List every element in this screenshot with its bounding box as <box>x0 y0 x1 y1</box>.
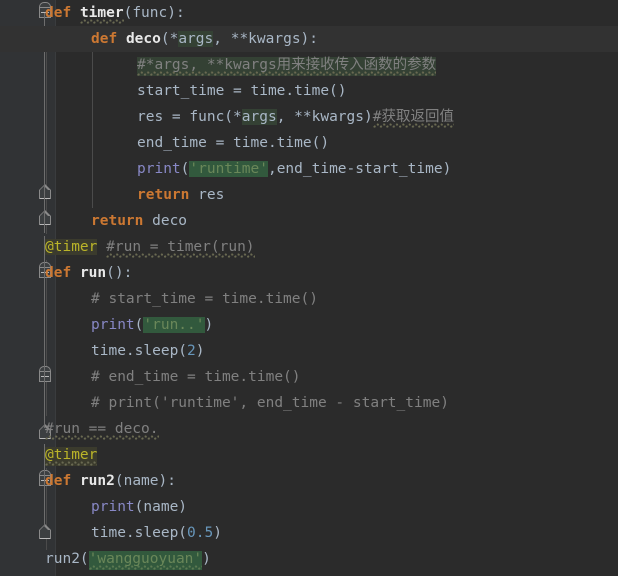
code-token: def <box>45 5 72 21</box>
code-token: #run == deco. <box>45 421 159 440</box>
code-line[interactable]: start_time = time.time() <box>0 78 618 104</box>
code-line-text: # start_time = time.time() <box>91 286 318 312</box>
code-token: end_time = time.time() <box>137 135 330 151</box>
code-token: 2 <box>187 343 196 359</box>
code-token: @timer <box>45 239 98 255</box>
code-token: (name) <box>134 499 188 515</box>
code-line-text: start_time = time.time() <box>137 78 347 104</box>
code-line-text: @timer #run = timer(run) <box>45 234 255 260</box>
code-token: res <box>189 187 225 203</box>
code-line[interactable]: #run == deco. <box>0 416 618 442</box>
code-token: def <box>91 31 118 47</box>
code-line[interactable]: def run(): <box>0 260 618 286</box>
code-token: res = func(* <box>137 109 242 125</box>
code-line[interactable]: end_time = time.time() <box>0 130 618 156</box>
code-token: # print('runtime', end_time - start_time… <box>91 395 449 411</box>
code-line[interactable]: #*args, **kwargs用来接收传入函数的参数 <box>0 52 618 78</box>
code-token: print <box>91 317 135 333</box>
code-line-text: end_time = time.time() <box>137 130 329 156</box>
code-token: , **kwargs) <box>276 109 373 125</box>
code-token: # end_time = time.time() <box>91 369 301 385</box>
code-token: @timer <box>45 447 98 466</box>
code-token: run2( <box>45 551 89 567</box>
code-token: print <box>91 499 135 515</box>
code-token: , **kwargs): <box>213 31 319 47</box>
code-line-text: #run == deco. <box>45 416 159 442</box>
code-line-text: @timer <box>45 442 98 468</box>
code-token: (): <box>106 265 133 281</box>
code-line-text: def deco(*args, **kwargs): <box>91 26 318 52</box>
code-editor[interactable]: def timer(func): def deco(*args, **kwargs… <box>0 0 618 576</box>
code-line-text: def timer(func): <box>45 0 185 26</box>
code-line-text: print('run..') <box>91 312 213 338</box>
code-line[interactable]: res = func(*args, **kwargs)#获取返回值 <box>0 104 618 130</box>
code-token: run <box>79 265 107 281</box>
code-token: 'wangguoyuan' <box>88 551 203 570</box>
code-token: #获取返回值 <box>372 109 454 128</box>
code-line-text: run2('wangguoyuan') <box>45 546 211 572</box>
code-token: start_time = time.time() <box>137 83 347 99</box>
code-line[interactable]: print('run..') <box>0 312 618 338</box>
code-token: (* <box>160 31 179 47</box>
code-token: args <box>241 109 277 125</box>
code-token: #run = timer(run) <box>106 239 255 258</box>
code-line-text: print(name) <box>91 494 187 520</box>
code-line[interactable]: @timer #run = timer(run) <box>0 234 618 260</box>
code-token: timer <box>79 5 124 24</box>
code-token: return <box>137 187 190 203</box>
code-line-text: # end_time = time.time() <box>91 364 301 390</box>
code-line-text: #*args, **kwargs用来接收传入函数的参数 <box>137 52 437 78</box>
code-line[interactable]: # end_time = time.time() <box>0 364 618 390</box>
code-token: (name): <box>114 473 176 489</box>
code-token: ) <box>195 343 205 359</box>
code-line-text: time.sleep(0.5) <box>91 520 222 546</box>
code-line-text: print('runtime',end_time-start_time) <box>137 156 451 182</box>
code-line[interactable]: def deco(*args, **kwargs): <box>0 26 618 52</box>
code-token: 0.5 <box>187 525 214 541</box>
code-line[interactable]: # start_time = time.time() <box>0 286 618 312</box>
code-line[interactable]: return res <box>0 182 618 208</box>
code-line-text: def run2(name): <box>45 468 176 494</box>
code-line-text: time.sleep(2) <box>91 338 205 364</box>
code-token: (func): <box>123 5 185 21</box>
code-line[interactable]: def run2(name): <box>0 468 618 494</box>
code-token: def <box>45 473 72 489</box>
code-token: 'runtime' <box>189 161 268 177</box>
code-token: #*args, **kwargs用来接收传入函数的参数 <box>137 57 437 76</box>
code-line-text: # print('runtime', end_time - start_time… <box>91 390 449 416</box>
code-line[interactable]: time.sleep(0.5) <box>0 520 618 546</box>
code-token: def <box>45 265 72 281</box>
code-line[interactable]: print(name) <box>0 494 618 520</box>
code-line[interactable]: @timer <box>0 442 618 468</box>
code-token: # start_time = time.time() <box>91 291 318 307</box>
code-line[interactable]: # print('runtime', end_time - start_time… <box>0 390 618 416</box>
code-line-text: return deco <box>91 208 187 234</box>
code-token: run2 <box>79 473 115 489</box>
code-token: print <box>137 161 181 177</box>
code-line-text: res = func(*args, **kwargs)#获取返回值 <box>137 104 454 130</box>
code-token: return <box>91 213 144 229</box>
code-line[interactable]: print('runtime',end_time-start_time) <box>0 156 618 182</box>
code-line[interactable]: time.sleep(2) <box>0 338 618 364</box>
code-line-text: def run(): <box>45 260 132 286</box>
code-token: ,end_time-start_time) <box>267 161 452 177</box>
code-token: time.sleep( <box>91 343 188 359</box>
code-token: 'run..' <box>143 317 205 333</box>
code-token: ) <box>202 551 211 567</box>
code-token: ) <box>204 317 214 333</box>
code-token: time.sleep( <box>91 525 188 541</box>
code-line-text: return res <box>137 182 224 208</box>
code-token: args <box>178 31 214 47</box>
code-token: deco <box>125 31 161 47</box>
code-line[interactable]: run2('wangguoyuan') <box>0 546 618 572</box>
code-token: deco <box>143 213 188 229</box>
code-line[interactable]: return deco <box>0 208 618 234</box>
code-line[interactable]: def timer(func): <box>0 0 618 26</box>
code-token: ) <box>213 525 222 541</box>
